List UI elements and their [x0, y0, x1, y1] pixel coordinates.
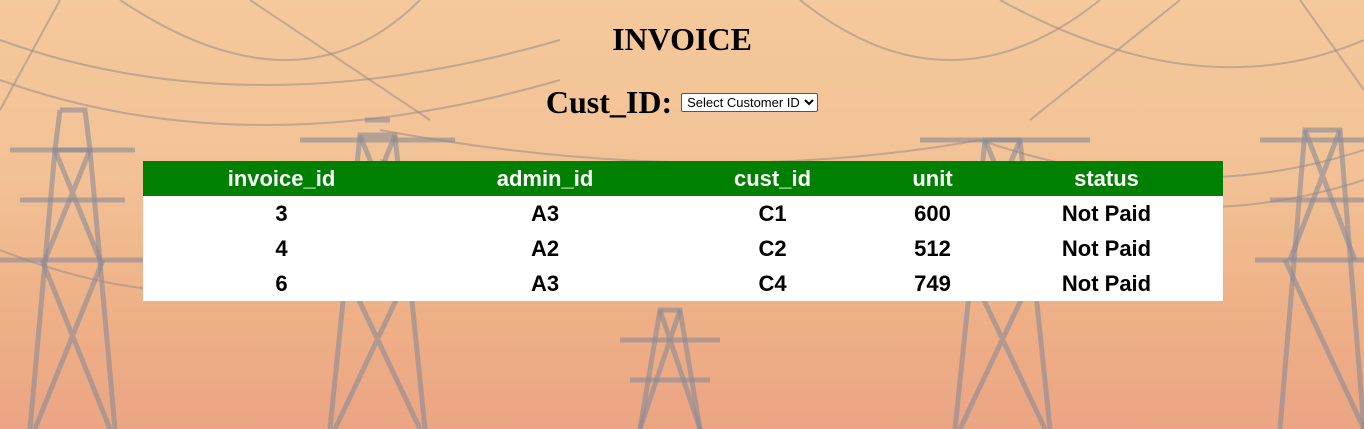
cell-cust-id: C2	[758, 235, 787, 261]
table-row: 6 A3 C4 749 Not Paid	[143, 266, 1223, 301]
invoice-page: INVOICE Cust_ID: Select Customer ID invo…	[0, 0, 1364, 429]
cell-invoice-id: 4	[275, 235, 288, 261]
column-header-status: status	[990, 161, 1223, 196]
cell-invoice-id: 3	[275, 200, 288, 226]
cell-status: Not Paid	[1061, 235, 1152, 261]
cell-cust-id: C1	[758, 200, 787, 226]
cell-admin-id: A3	[530, 200, 560, 226]
cell-status: Not Paid	[1061, 200, 1152, 226]
cell-admin-id: A3	[530, 270, 560, 296]
table-row: 3 A3 C1 600 Not Paid	[143, 196, 1223, 231]
cell-admin-id: A2	[530, 235, 560, 261]
cell-unit: 600	[914, 200, 951, 226]
cell-cust-id: C4	[758, 270, 787, 296]
column-header-unit: unit	[875, 161, 990, 196]
table-header-row: invoice_id admin_id cust_id unit status	[143, 161, 1223, 196]
column-header-cust-id: cust_id	[670, 161, 875, 196]
cell-unit: 749	[914, 270, 951, 296]
column-header-invoice-id: invoice_id	[143, 161, 420, 196]
cell-unit: 512	[914, 235, 951, 261]
page-title: INVOICE	[612, 21, 752, 57]
invoice-table: invoice_id admin_id cust_id unit status …	[143, 161, 1223, 301]
column-header-admin-id: admin_id	[420, 161, 670, 196]
cell-status: Not Paid	[1061, 270, 1152, 296]
cell-invoice-id: 6	[275, 270, 288, 296]
customer-filter-label: Cust_ID:	[545, 83, 673, 120]
customer-id-select[interactable]: Select Customer ID	[681, 92, 819, 112]
customer-filter: Cust_ID: Select Customer ID	[0, 82, 1364, 122]
table-row: 4 A2 C2 512 Not Paid	[143, 231, 1223, 266]
